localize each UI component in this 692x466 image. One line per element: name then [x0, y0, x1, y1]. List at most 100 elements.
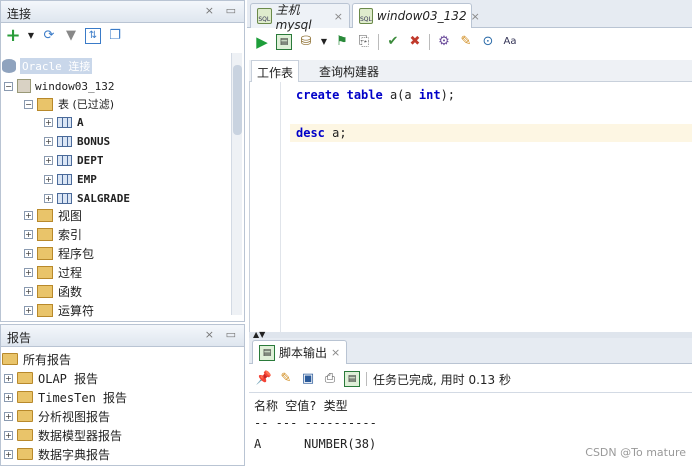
schema-node[interactable]: + 索引: [24, 225, 82, 243]
minimize-icon[interactable]: ▭: [226, 4, 236, 17]
collapse-icon[interactable]: −: [4, 81, 13, 91]
clear-icon[interactable]: ✎: [458, 34, 474, 50]
pin-icon[interactable]: 📌: [256, 371, 272, 387]
toolbar-divider: [378, 34, 379, 50]
run-script-icon[interactable]: ▤: [276, 34, 292, 50]
all-reports-node[interactable]: 所有报告: [2, 350, 71, 368]
expand-icon[interactable]: +: [24, 286, 33, 296]
schema-node[interactable]: + 视图: [24, 206, 82, 224]
close-icon[interactable]: ×: [334, 10, 343, 23]
table-node[interactable]: + DEPT: [44, 151, 104, 169]
schema-node[interactable]: + 函数: [24, 282, 82, 300]
gutter: [280, 82, 281, 332]
run-statement-icon[interactable]: ▶: [254, 34, 270, 50]
eraser-icon[interactable]: ✎: [278, 371, 294, 387]
expand-icon[interactable]: +: [24, 267, 33, 277]
expand-icon[interactable]: +: [44, 193, 53, 203]
schema-node[interactable]: + 过程: [24, 263, 82, 281]
table-node[interactable]: + A: [44, 113, 84, 131]
schema-browser-icon[interactable]: ⇅: [85, 28, 101, 44]
expand-icon[interactable]: +: [44, 155, 53, 165]
report-node[interactable]: + OLAP 报告: [4, 369, 98, 387]
tab-mysql-label: 主机mysql: [275, 2, 312, 32]
expand-icon[interactable]: +: [24, 229, 33, 239]
tab-window03[interactable]: SQL window03_132 ×: [352, 3, 480, 28]
close-icon[interactable]: ×: [205, 4, 214, 17]
report-node[interactable]: + 数据模型器报告: [4, 426, 122, 444]
oracle-root-label: Oracle 连接: [20, 58, 93, 74]
report-label: TimesTen 报告: [38, 390, 128, 405]
schema-node[interactable]: + 程序包: [24, 244, 94, 262]
table-icon: [57, 192, 72, 204]
expand-icon[interactable]: +: [44, 117, 53, 127]
code-text: a(a: [389, 88, 412, 102]
collapse-icon[interactable]: −: [24, 99, 33, 109]
schema-node-label: 运算符: [58, 303, 95, 318]
output-toolbar: 📌 ✎ ▣ ⎙ ▤ 任务已完成, 用时 0.13 秒: [252, 368, 692, 390]
cancel-icon[interactable]: ✖: [407, 34, 423, 50]
monitor-icon[interactable]: ⚙: [436, 34, 452, 50]
expand-icon[interactable]: +: [4, 430, 13, 440]
report-node[interactable]: + 数据字典报告: [4, 445, 110, 463]
chevron-down-icon[interactable]: ▼: [320, 34, 328, 50]
commit-icon[interactable]: ⛁: [298, 34, 314, 50]
tab-window03-label: window03_132: [376, 9, 467, 23]
editor-toolbar: ▶ ▤ ⛁ ▼ ⚑ ⎘ ✔ ✖ ⚙ ✎ ⊙ Aa: [250, 30, 690, 54]
table-icon: [57, 154, 72, 166]
chevron-down-icon[interactable]: ▼: [27, 28, 35, 44]
expand-icon[interactable]: +: [4, 449, 13, 459]
table-node[interactable]: + EMP: [44, 170, 97, 188]
tree-scrollbar[interactable]: [231, 53, 242, 315]
expand-icon[interactable]: +: [24, 248, 33, 258]
sql-tuning-icon[interactable]: ✔: [385, 34, 401, 50]
expand-icon[interactable]: +: [4, 392, 13, 402]
code-editor[interactable]: [249, 82, 692, 332]
minimize-icon[interactable]: ▭: [226, 328, 236, 341]
export-icon[interactable]: ▤: [344, 371, 360, 387]
output-header: 名称 空值? 类型: [254, 399, 348, 413]
new-window-icon[interactable]: ❐: [107, 28, 123, 44]
scrollbar-thumb[interactable]: [233, 65, 242, 135]
print-icon[interactable]: ⎙: [322, 371, 338, 387]
tables-node-label: 表 (已过滤): [58, 98, 115, 111]
subtab-worksheet[interactable]: 工作表: [251, 60, 300, 82]
history-icon[interactable]: ⊙: [480, 34, 496, 50]
table-node[interactable]: + SALGRADE: [44, 189, 130, 207]
expand-icon[interactable]: +: [44, 174, 53, 184]
connection-label: window03_132: [35, 79, 115, 93]
report-folder-icon: [17, 429, 33, 441]
close-icon[interactable]: ×: [205, 328, 214, 341]
table-node[interactable]: + BONUS: [44, 132, 110, 150]
schema-node[interactable]: + 运算符: [24, 301, 94, 319]
code-line-3: desc a;: [296, 126, 347, 140]
tables-node[interactable]: − 表 (已过滤): [24, 95, 114, 113]
subtab-query-builder[interactable]: 查询构建器: [314, 60, 384, 82]
expand-icon[interactable]: +: [4, 373, 13, 383]
filter-icon[interactable]: ▼: [63, 28, 79, 44]
expand-icon[interactable]: +: [44, 136, 53, 146]
connection-node[interactable]: − window03_132: [4, 77, 114, 95]
code-text: );: [440, 88, 456, 102]
tab-mysql[interactable]: SQL 主机mysql ×: [250, 3, 350, 32]
report-node[interactable]: + TimesTen 报告: [4, 388, 127, 406]
explain-plan-icon[interactable]: ⎘: [356, 34, 372, 50]
expand-icon[interactable]: +: [24, 210, 33, 220]
output-separator: -- --- ----------: [254, 416, 377, 430]
table-folder-icon: [37, 97, 53, 111]
rollback-icon[interactable]: ⚑: [334, 34, 350, 50]
reports-folder-icon: [2, 353, 18, 365]
close-icon[interactable]: ×: [471, 10, 480, 23]
refresh-icon[interactable]: ⟳: [41, 28, 57, 44]
tab-script-output[interactable]: ▤ 脚本输出 ×: [252, 340, 348, 364]
task-status: 任务已完成, 用时 0.13 秒: [373, 372, 511, 387]
format-icon[interactable]: Aa: [502, 34, 518, 50]
close-icon[interactable]: ×: [331, 346, 340, 359]
expand-icon[interactable]: +: [4, 411, 13, 421]
add-connection-icon[interactable]: +: [5, 27, 21, 45]
report-node[interactable]: + 分析视图报告: [4, 407, 110, 425]
table-icon: [57, 116, 72, 128]
oracle-root-node[interactable]: Oracle 连接: [2, 57, 93, 75]
save-icon[interactable]: ▣: [300, 371, 316, 387]
schema-node-label: 视图: [58, 208, 83, 223]
expand-icon[interactable]: +: [24, 305, 33, 315]
